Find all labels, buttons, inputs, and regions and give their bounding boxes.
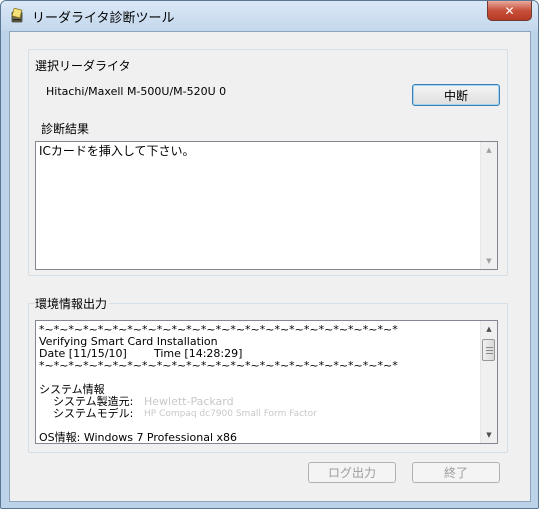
close-button[interactable]: ✕: [487, 1, 532, 21]
thumb-grip: [486, 353, 493, 354]
env-maker-value: Hewlett-Packard: [144, 395, 234, 408]
env-os-info: OS情報: Windows 7 Professional x86: [39, 431, 238, 444]
app-window: リーダライタ診断ツール ✕ 選択リーダライタ Hitachi/Maxell M-…: [0, 0, 539, 509]
result-group-label: 診断結果: [41, 122, 90, 136]
result-textarea[interactable]: ICカードを挿入して下さい。 ▲ ▼: [35, 141, 498, 270]
chevron-up-icon[interactable]: ▲: [481, 321, 497, 337]
reader-group-label: 選択リーダライタ: [35, 59, 131, 73]
env-scrollbar[interactable]: ▲ ▼: [480, 321, 497, 443]
env-group-label: 環境情報出力: [35, 295, 110, 312]
title-bar[interactable]: リーダライタ診断ツール ✕: [1, 1, 538, 31]
window-title: リーダライタ診断ツール: [32, 11, 175, 26]
thumb-grip: [486, 350, 493, 351]
log-output-button[interactable]: ログ出力: [308, 462, 396, 483]
env-model-value: HP Compaq dc7900 Small Form Factor: [144, 409, 317, 419]
env-textarea[interactable]: *~*~*~*~*~*~*~*~*~*~*~*~*~*~*~*~*~*~*~*~…: [35, 320, 498, 444]
env-sep-2: *~*~*~*~*~*~*~*~*~*~*~*~*~*~*~*~*~*~*~*~…: [39, 359, 398, 372]
scroll-thumb[interactable]: [482, 339, 495, 361]
close-icon: ✕: [504, 3, 515, 18]
device-name: Hitachi/Maxell M-500U/M-520U 0: [46, 85, 227, 98]
chevron-up-icon[interactable]: ▲: [481, 142, 497, 158]
dialog-body: 選択リーダライタ Hitachi/Maxell M-500U/M-520U 0 …: [9, 31, 531, 502]
env-model-label: システムモデル:: [53, 407, 134, 420]
stop-button[interactable]: 中断: [412, 84, 500, 106]
thumb-grip: [486, 347, 493, 348]
chevron-down-icon[interactable]: ▼: [481, 253, 497, 269]
chevron-down-icon[interactable]: ▼: [481, 427, 497, 443]
card-reader-icon: [9, 7, 25, 24]
exit-button[interactable]: 終了: [412, 462, 500, 483]
result-scrollbar[interactable]: ▲ ▼: [480, 142, 497, 269]
result-text: ICカードを挿入して下さい。: [39, 144, 195, 158]
